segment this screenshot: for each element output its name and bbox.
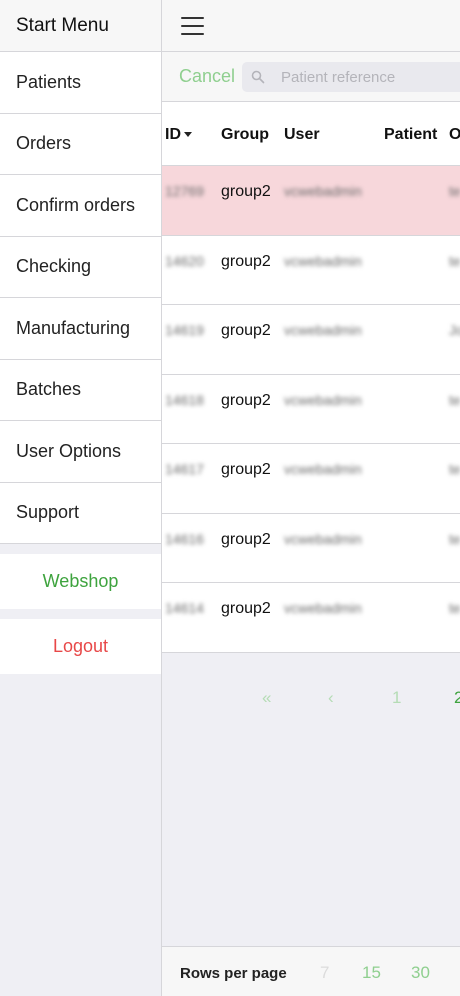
table-row[interactable]: 14620 group2 vcwebadmin te (162, 235, 460, 305)
footer-bar: Rows per page 7 15 30 (162, 946, 460, 996)
cell-other: te (449, 600, 460, 616)
sidebar-item-confirm-orders[interactable]: Confirm orders (0, 175, 161, 237)
cell-group: group2 (221, 183, 271, 200)
sidebar: Start Menu Patients Orders Confirm order… (0, 0, 162, 996)
table-header: ID Group User Patient O (162, 102, 460, 166)
hamburger-menu-icon[interactable] (181, 17, 204, 35)
sidebar-item-orders[interactable]: Orders (0, 113, 161, 175)
pagination: « ‹ 1 2 (162, 688, 460, 712)
column-header-user[interactable]: User (284, 126, 320, 144)
logout-button[interactable]: Logout (0, 619, 161, 674)
table-row[interactable]: 12769 group2 vcwebadmin te (162, 166, 460, 236)
rows-per-page-option-7[interactable]: 7 (320, 963, 329, 983)
cell-other: te (449, 391, 460, 408)
table-row[interactable]: 14616 group2 vcwebadmin te (162, 513, 460, 583)
cell-user: vcwebadmin (284, 391, 362, 408)
cell-other: te (449, 183, 460, 199)
rows-per-page-option-30[interactable]: 30 (411, 963, 430, 983)
cell-group: group2 (221, 322, 271, 339)
column-header-other[interactable]: O (449, 126, 460, 144)
column-header-group[interactable]: Group (221, 126, 269, 144)
sidebar-item-user-options[interactable]: User Options (0, 421, 161, 483)
cell-other: te (449, 530, 460, 547)
page-2-button[interactable]: 2 (454, 688, 460, 708)
cell-other: te (449, 252, 460, 269)
cell-group: group2 (221, 600, 271, 617)
first-page-button[interactable]: « (262, 688, 271, 708)
top-bar (162, 0, 460, 52)
cell-user: vcwebadmin (284, 252, 362, 269)
sidebar-item-patients[interactable]: Patients (0, 52, 161, 114)
cell-user: vcwebadmin (284, 461, 362, 477)
cell-group: group2 (221, 391, 271, 409)
app-root: Start Menu Patients Orders Confirm order… (0, 0, 460, 996)
table-row[interactable]: 14617 group2 vcwebadmin te (162, 444, 460, 514)
sort-caret-icon (184, 132, 192, 138)
cell-user: vcwebadmin (284, 530, 362, 547)
rows-per-page-option-15[interactable]: 15 (362, 963, 381, 983)
search-bar: Cancel (162, 52, 460, 102)
sidebar-item-manufacturing[interactable]: Manufacturing (0, 298, 161, 360)
cell-group: group2 (221, 252, 271, 270)
sidebar-gap (0, 609, 161, 619)
cell-group: group2 (221, 530, 271, 548)
cell-id: 14614 (165, 600, 204, 616)
main-panel: Cancel ID Group User Patient O 12769 (162, 0, 460, 996)
cell-user: vcwebadmin (284, 600, 362, 616)
sidebar-item-support[interactable]: Support (0, 482, 161, 544)
cell-id: 14616 (165, 530, 204, 547)
rows-per-page-label: Rows per page (180, 965, 287, 982)
sidebar-item-batches[interactable]: Batches (0, 359, 161, 421)
sidebar-title: Start Menu (0, 0, 161, 52)
table-row[interactable]: 14614 group2 vcwebadmin te (162, 583, 460, 653)
page-1-button[interactable]: 1 (392, 688, 401, 708)
cell-id: 14619 (165, 322, 204, 338)
table-row[interactable]: 14619 group2 vcwebadmin Jo (162, 305, 460, 375)
cell-id: 14617 (165, 461, 204, 477)
search-icon (251, 70, 265, 84)
cell-other: Jo (449, 322, 460, 338)
cell-id: 14618 (165, 391, 204, 408)
column-header-patient[interactable]: Patient (384, 126, 437, 144)
cancel-button[interactable]: Cancel (179, 66, 235, 87)
column-header-id-label: ID (165, 126, 181, 143)
table-row[interactable]: 14618 group2 vcwebadmin te (162, 374, 460, 444)
search-input[interactable] (279, 67, 460, 87)
search-box[interactable] (242, 62, 460, 92)
cell-id: 12769 (165, 183, 204, 199)
prev-page-button[interactable]: ‹ (328, 688, 334, 708)
cell-id: 14620 (165, 252, 204, 269)
cell-user: vcwebadmin (284, 183, 362, 199)
cell-other: te (449, 461, 460, 477)
cell-user: vcwebadmin (284, 322, 362, 338)
webshop-link[interactable]: Webshop (0, 554, 161, 609)
sidebar-item-checking[interactable]: Checking (0, 236, 161, 298)
sidebar-gap (0, 544, 161, 554)
cell-group: group2 (221, 461, 271, 478)
column-header-id[interactable]: ID (165, 126, 192, 144)
